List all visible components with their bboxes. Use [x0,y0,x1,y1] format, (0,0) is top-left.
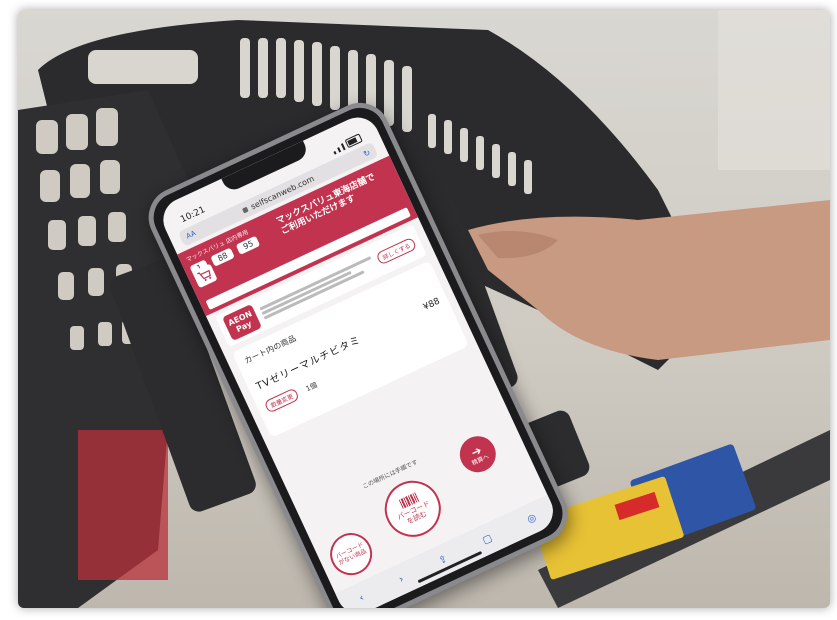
change-quantity-button[interactable]: 数量変更 [263,387,300,414]
signal-icon [333,151,337,155]
aeon-pay-logo: AEON Pay [222,303,263,342]
back-icon[interactable]: ‹ [357,592,365,604]
detail-button[interactable]: 詳しくする [375,236,417,266]
reload-icon[interactable]: ↻ [362,147,372,158]
item-quantity: 1個 [304,380,319,393]
bookmarks-icon[interactable]: ▢ [481,532,494,546]
share-icon[interactable]: ⇪ [437,553,449,567]
scan-barcode-button[interactable]: バーコード を読む [375,471,450,547]
no-barcode-item-button[interactable]: バーコード がない商品 [323,526,380,583]
item-price: ¥88 [421,296,442,313]
lock-icon [241,206,249,213]
text-size-button[interactable]: AA [185,229,197,240]
checkout-button[interactable]: ➔ 精算へ [453,430,502,479]
photo: 10:21 AA selfscanweb.com ↻ マックスバリュ 店内専用 … [18,10,830,608]
compass-icon[interactable]: ◎ [525,512,538,526]
forward-icon[interactable]: › [397,573,405,585]
